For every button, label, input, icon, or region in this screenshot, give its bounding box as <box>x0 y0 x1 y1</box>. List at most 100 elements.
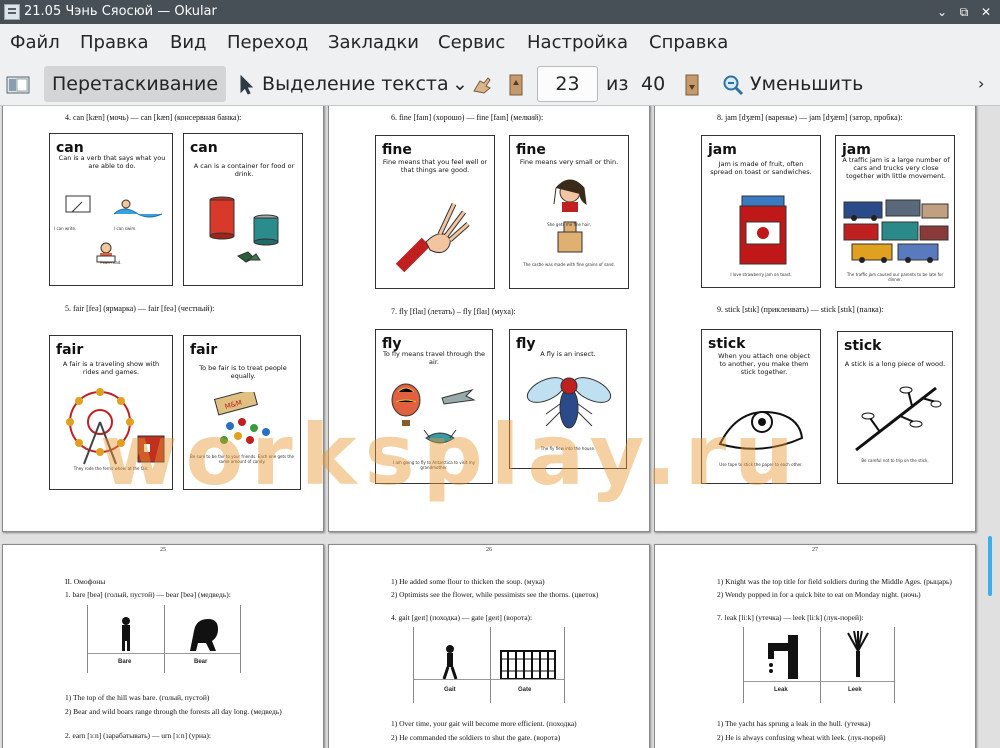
card-note: I can read. <box>100 260 122 265</box>
previous-page-icon[interactable] <box>508 66 524 102</box>
picture-label: Gait <box>444 687 456 693</box>
card-definition: Can is a verb that says what you are abl… <box>58 154 166 170</box>
card-fly-travel: fly To fly means travel through the air.… <box>375 329 493 484</box>
menu-help[interactable]: Справка <box>649 32 728 53</box>
menu-edit[interactable]: Правка <box>80 32 149 53</box>
example-sentence: 1) The yacht has sprung a leak in the hu… <box>717 719 871 728</box>
ok-hand-illustration <box>396 202 470 272</box>
page-22: 4. can [kæn] (мочь) — can [kæn] (консерв… <box>2 106 324 532</box>
walking-person-icon <box>442 645 458 679</box>
balloon-plane-illustration <box>391 383 476 444</box>
page-26: 26 1) He added some flour to thicken the… <box>328 544 650 748</box>
window-title: 21.05 Чэнь Сяосюй — Okular <box>24 4 217 19</box>
menu-settings[interactable]: Настройка <box>527 32 628 53</box>
maximize-button[interactable]: ⧉ <box>954 2 974 22</box>
caption-item-7: 7. fly [flaɪ] (летать) – fly [flaɪ] (мух… <box>391 307 516 316</box>
chevron-down-icon[interactable]: ⌄ <box>452 66 468 102</box>
cursor-arrow-icon <box>240 74 254 95</box>
main-toolbar: Перетаскивание Выделение текста ⌄ 23 из … <box>0 62 1000 106</box>
card-word: fine <box>516 142 546 158</box>
menu-tools[interactable]: Сервис <box>438 32 505 53</box>
card-note: I can write. <box>54 226 77 231</box>
item-heading: 1. bare [beə] (голый, пустой) — bear [be… <box>65 590 231 599</box>
caption-item-5: 5. fair [feə] (ярмарка) — fair [feə] (че… <box>65 304 215 313</box>
caption-item-9: 9. stick [stɪk] (приклеивать) — stick [s… <box>717 305 884 314</box>
example-sentence: 2) Wendy popped in for a quick bite to e… <box>717 590 921 599</box>
card-stick-wood: stick A stick is a long piece of wood. B… <box>837 331 953 484</box>
example-sentence: 1) Knight was the top title for field so… <box>717 577 952 586</box>
card-word: stick <box>708 336 746 352</box>
example-sentence: 1) He added some flour to thicken the so… <box>391 577 545 586</box>
close-button[interactable]: ✕ <box>976 2 996 22</box>
card-stick-attach: stick When you attach one object to anot… <box>701 329 821 484</box>
card-word: jam <box>708 142 737 158</box>
card-note: The traffic jam caused our parents to be… <box>846 272 944 282</box>
card-fair-equal: fair To be fair is to treat people equal… <box>183 335 301 490</box>
menu-file[interactable]: Файл <box>10 32 60 53</box>
card-note: I am going to fly to Antarctica to visit… <box>393 460 475 470</box>
card-word: fair <box>190 342 218 358</box>
example-sentence: 2) He is always confusing wheat with lee… <box>717 733 886 742</box>
vertical-scrollbar-handle[interactable] <box>988 536 992 596</box>
ferris-wheel-illustration <box>66 388 165 465</box>
caption-item-6: 6. fine [faɪn] (хорошо) — fine [faɪn] (м… <box>391 113 544 122</box>
picture-label: Gate <box>518 687 532 693</box>
leak-leek-picture: Leak Leek <box>743 627 895 703</box>
bare-person-icon <box>122 617 130 651</box>
item-heading: 4. gait [geɪt] (походка) — gate [geɪt] (… <box>391 613 533 622</box>
page-24: 8. jam [dʒæm] (варенье) — jam [dʒæm] (за… <box>654 106 976 532</box>
card-definition: To fly means travel through the air. <box>383 350 485 366</box>
chevron-right-icon[interactable]: › <box>978 66 984 102</box>
sidebar-toggle-icon[interactable] <box>6 66 30 102</box>
card-definition: When you attach one object to another, y… <box>718 352 810 376</box>
card-definition: A fair is a traveling show with rides an… <box>62 360 160 376</box>
document-view[interactable]: 4. can [kæn] (мочь) — can [kæn] (консерв… <box>0 106 1000 748</box>
card-definition: A fly is an insect. <box>540 350 596 358</box>
page-number: 26 <box>486 547 492 553</box>
stick-branch-illustration <box>855 386 942 452</box>
zoom-out-button[interactable]: Уменьшить <box>722 66 863 102</box>
example-sentence: 2) Optimists see the flower, while pessi… <box>391 590 599 599</box>
minimize-button[interactable]: ⌄ <box>932 2 952 22</box>
next-page-icon[interactable] <box>684 66 700 102</box>
leaking-pipe-icon <box>768 635 798 679</box>
example-sentence: 1) The top of the hill was bare. (голый,… <box>65 693 210 702</box>
text-select-label: Выделение текста <box>262 73 449 95</box>
card-jam-fruit: jam Jam is made of fruit, often spread o… <box>701 135 821 288</box>
menu-bookmarks[interactable]: Закладки <box>328 32 419 53</box>
jam-jar-illustration <box>739 195 787 265</box>
gate-icon <box>500 650 556 679</box>
candy-illustration: M&M <box>213 392 270 444</box>
card-fine-well: fine Fine means that you feel well or th… <box>375 135 495 289</box>
card-definition: A traffic jam is a large number of cars … <box>842 156 950 180</box>
card-note: Be sure to be fair to your friends. Each… <box>190 454 294 464</box>
text-select-tool-button[interactable]: Выделение текста <box>238 66 449 102</box>
menu-view[interactable]: Вид <box>170 32 207 53</box>
leek-icon <box>847 631 869 677</box>
page-number-input[interactable]: 23 <box>537 66 598 102</box>
menu-go[interactable]: Переход <box>227 32 308 53</box>
item-heading: 2. earn [ɜːn] (зарабатывать) — urn [ɜːn]… <box>65 731 211 740</box>
page-27: 27 1) Knight was the top title for field… <box>654 544 976 748</box>
traffic-jam-illustration <box>843 199 949 263</box>
example-sentence: 2) He commanded the soldiers to shut the… <box>391 733 561 742</box>
hand-tool-icon[interactable] <box>470 66 494 102</box>
card-can-container: can A can is a container for food or dri… <box>183 133 303 286</box>
card-jam-traffic: jam A traffic jam is a large number of c… <box>835 135 955 288</box>
card-definition: Jam is made of fruit, often spread on to… <box>710 160 812 176</box>
page-of-label: из <box>606 73 629 95</box>
menu-bar: Файл Правка Вид Переход Закладки Сервис … <box>0 24 1000 62</box>
magnifier-icon <box>723 75 744 95</box>
card-fine-thin: fine Fine means very small or thin. She … <box>509 135 629 289</box>
browse-tool-button[interactable]: Перетаскивание <box>44 66 227 102</box>
card-note: Use tape to stick the paper to each othe… <box>719 462 803 467</box>
picture-label: Bear <box>194 659 208 665</box>
card-word: fine <box>382 142 412 158</box>
card-fair-show: fair A fair is a traveling show with rid… <box>49 335 173 490</box>
picture-label: Bare <box>118 659 132 665</box>
page-total-label: 40 <box>641 73 666 95</box>
caption-item-8: 8. jam [dʒæm] (варенье) — jam [dʒæm] (за… <box>717 113 903 122</box>
okular-app-icon[interactable] <box>4 4 20 20</box>
zoom-out-label: Уменьшить <box>750 73 864 95</box>
page-25: 25 II. Омофоны 1. bare [beə] (голый, пус… <box>2 544 324 748</box>
